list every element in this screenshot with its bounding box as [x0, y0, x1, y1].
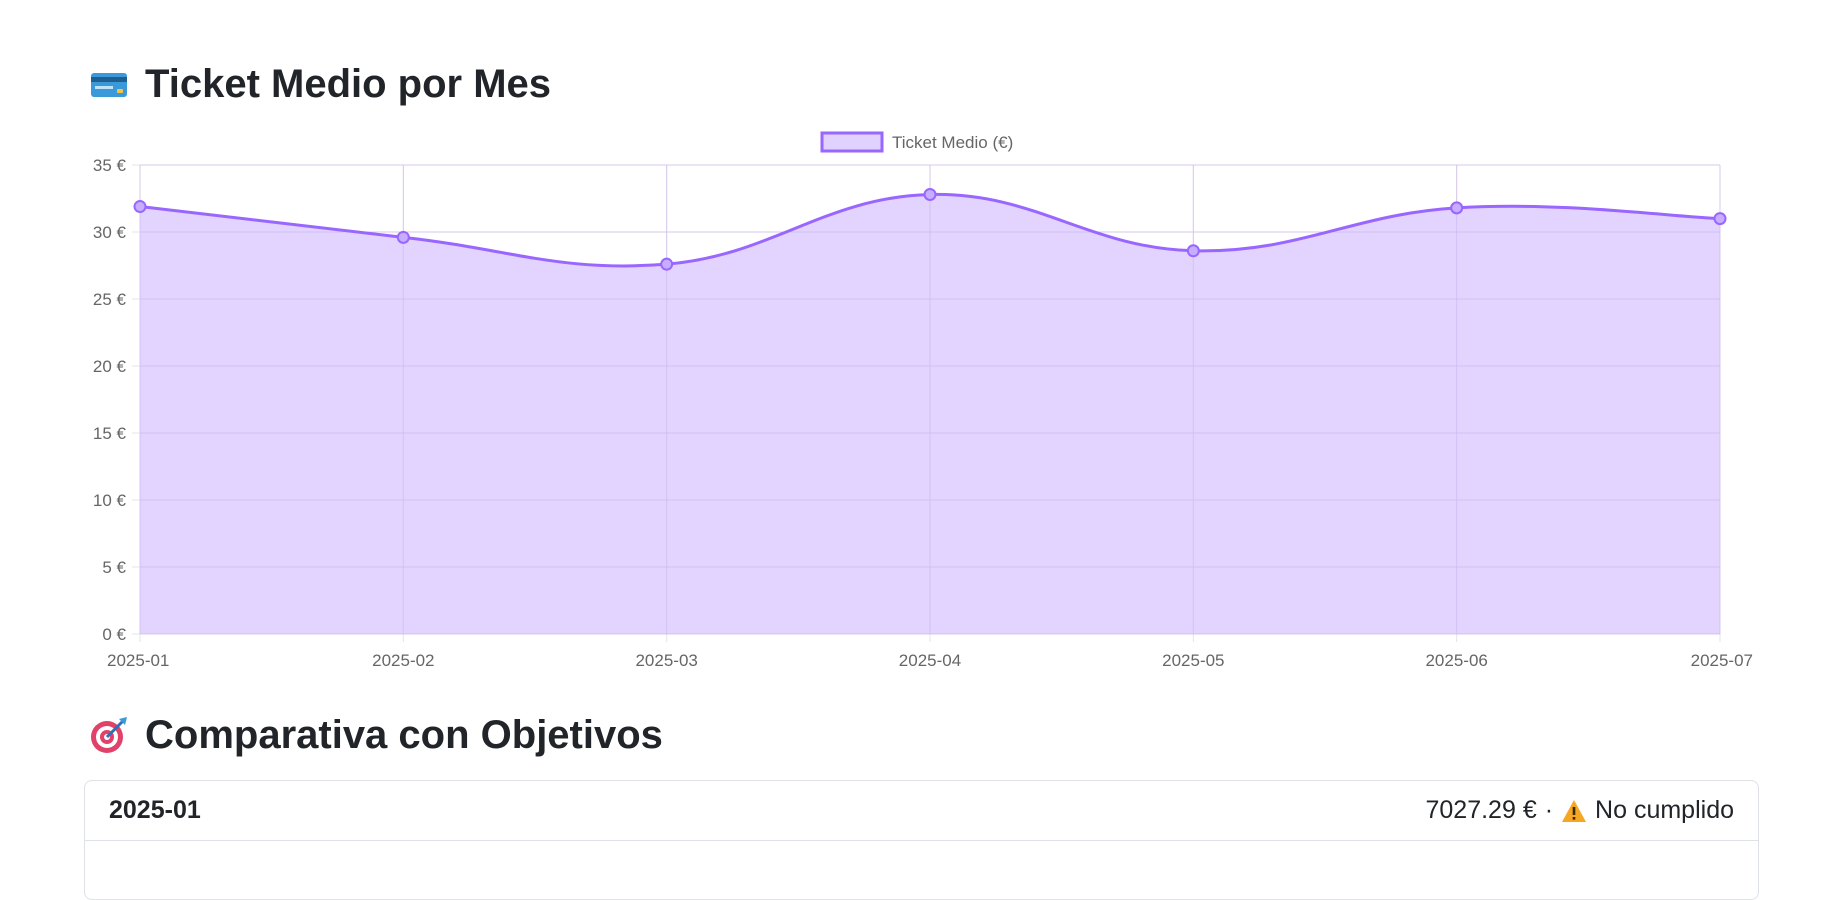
- goal-amount: 7027.29 €: [1425, 796, 1537, 824]
- goal-separator: ·: [1544, 796, 1554, 824]
- goal-row[interactable]: 2025-01 7027.29 € · No cumplido: [85, 781, 1758, 841]
- y-tick-label: 35 €: [93, 156, 127, 175]
- x-tick-label: 2025-04: [899, 651, 961, 670]
- data-point: [396, 230, 410, 244]
- x-tick-label: 2025-07: [1691, 651, 1753, 670]
- legend-label: Ticket Medio (€): [892, 133, 1013, 152]
- x-tick-label: 2025-03: [635, 651, 697, 670]
- data-point: [660, 257, 674, 271]
- goals-list: 2025-01 7027.29 € · No cumplido: [84, 780, 1759, 900]
- y-tick-label: 10 €: [93, 491, 127, 510]
- data-point: [1450, 201, 1464, 215]
- ticket-chart: 0 € 5 € 10 € 15 € 20 € 25 € 30 € 35 € 2025-01 202…: [0, 0, 1829, 700]
- y-tick-label: 20 €: [93, 357, 127, 376]
- y-tick-label: 0 €: [102, 625, 126, 644]
- y-tick-label: 25 €: [93, 290, 127, 309]
- x-tick-label: 2025-05: [1162, 651, 1224, 670]
- goals-section-title: Comparativa con Objetivos: [89, 715, 663, 755]
- target-icon: [91, 717, 127, 753]
- x-tick-label: 2025-01: [107, 651, 169, 670]
- warning-icon: [1562, 799, 1587, 822]
- y-tick-label: 5 €: [102, 558, 126, 577]
- data-point: [1186, 244, 1200, 258]
- y-tick-label: 15 €: [93, 424, 127, 443]
- goal-month: 2025-01: [109, 796, 201, 824]
- section-title-text: Comparativa con Objetivos: [145, 713, 663, 757]
- data-point: [1713, 212, 1727, 226]
- data-point: [923, 187, 937, 201]
- goal-status: 7027.29 € · No cumplido: [1426, 796, 1735, 825]
- data-point: [133, 200, 147, 214]
- x-tick-label: 2025-06: [1425, 651, 1487, 670]
- x-tick-label: 2025-02: [372, 651, 434, 670]
- y-tick-label: 30 €: [93, 223, 127, 242]
- legend-swatch: [820, 131, 884, 153]
- goal-status-text: No cumplido: [1595, 796, 1734, 824]
- ticket-chart-svg: 0 € 5 € 10 € 15 € 20 € 25 € 30 € 35 € 2025-01 202…: [93, 131, 1753, 670]
